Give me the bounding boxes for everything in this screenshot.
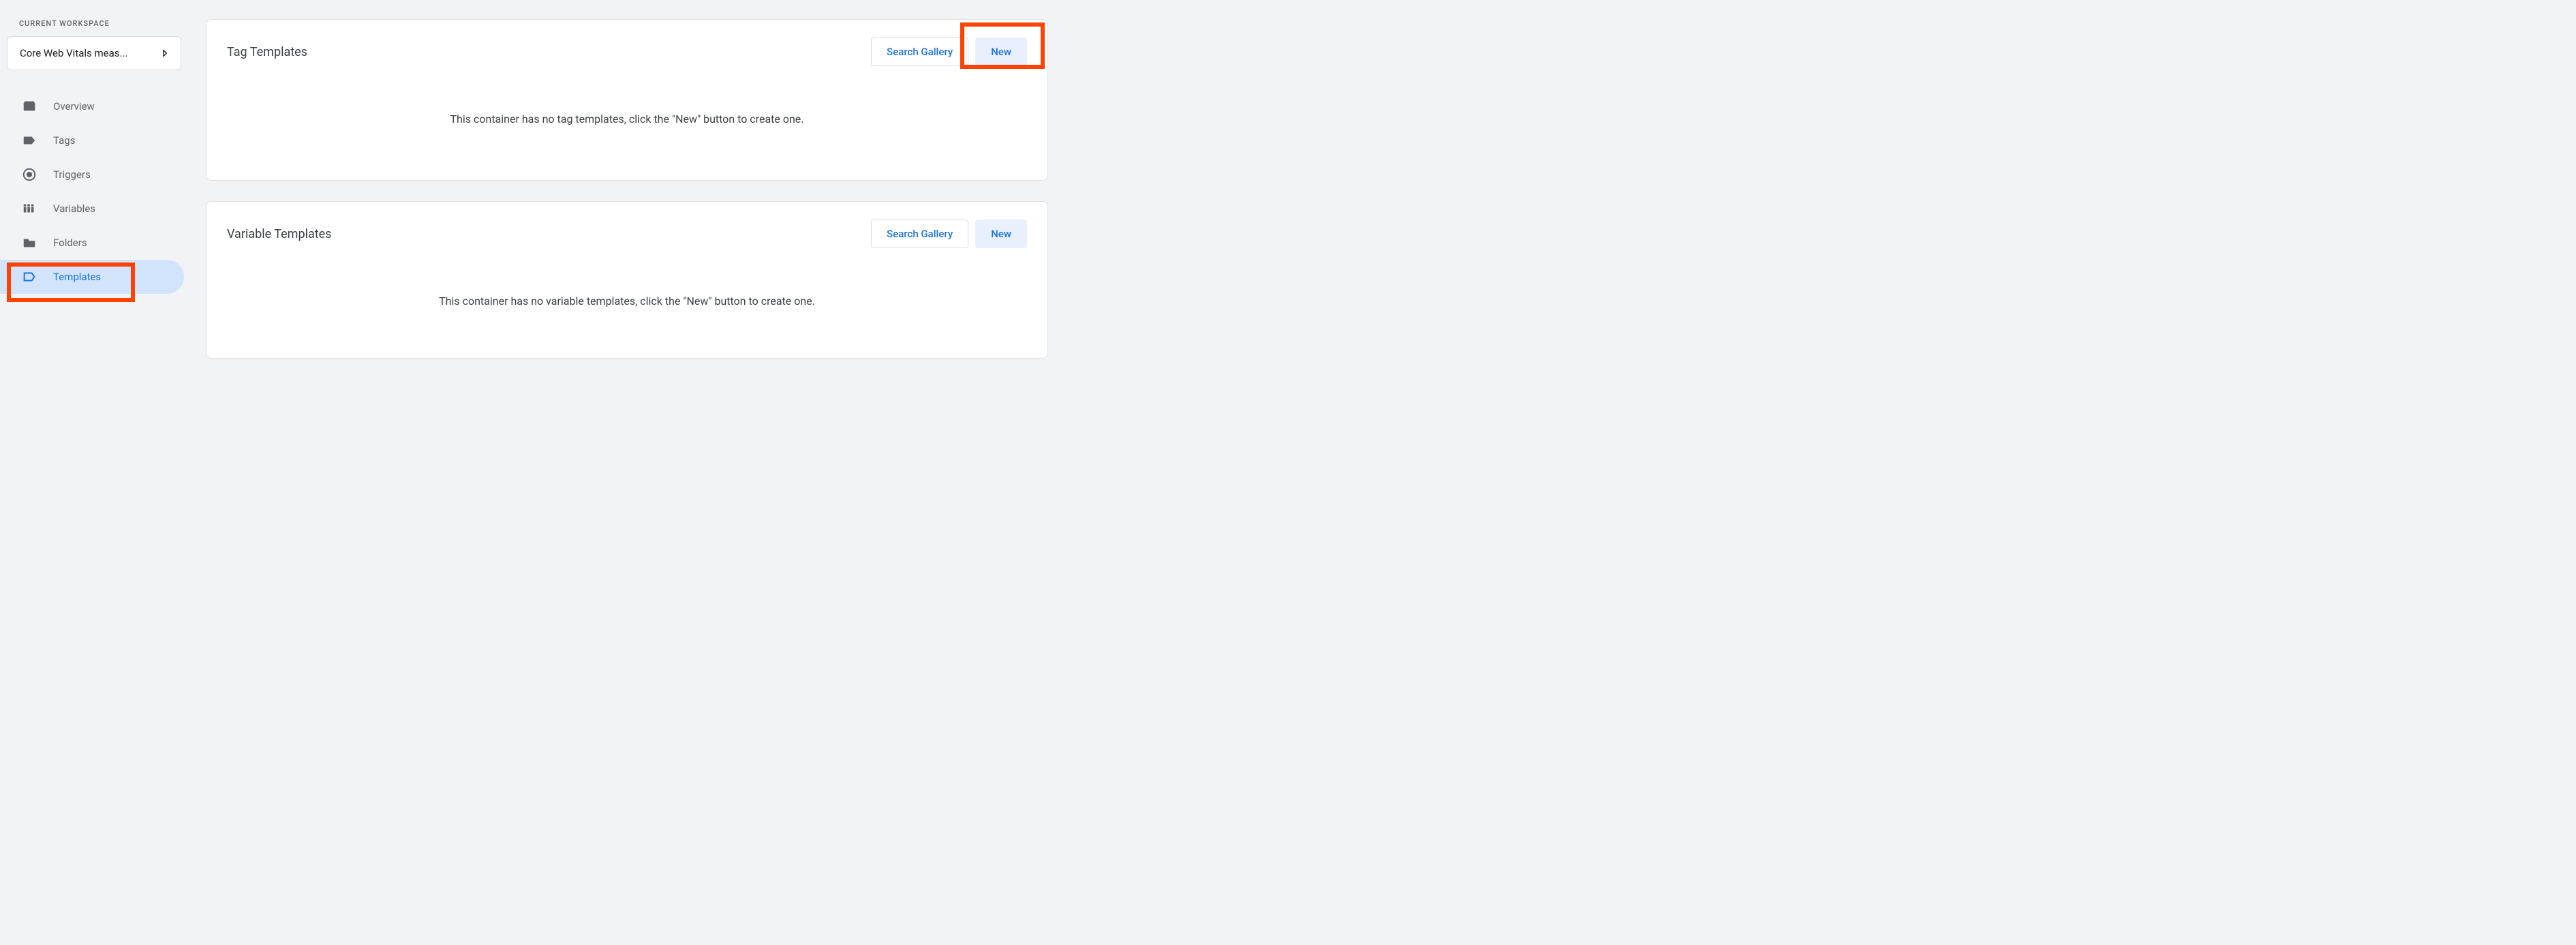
chevron-right-icon [159,47,171,59]
workspace-name: Core Web Vitals meas... [20,47,127,59]
workspace-section-label: CURRENT WORKSPACE [0,19,191,36]
sidebar-item-variables[interactable]: Variables [0,192,184,226]
variable-templates-title: Variable Templates [227,227,331,241]
new-variable-template-button[interactable]: New [975,220,1027,248]
sidebar: CURRENT WORKSPACE Core Web Vitals meas..… [0,0,191,392]
sidebar-item-label: Overview [53,100,95,112]
main-content: Tag Templates Search Gallery New This co… [191,0,1063,392]
variable-templates-card: Variable Templates Search Gallery New Th… [206,201,1048,359]
sidebar-item-label: Variables [53,202,95,215]
primary-nav: Overview Tags Triggers Variables [0,89,191,294]
sidebar-item-triggers[interactable]: Triggers [0,158,184,192]
sidebar-item-overview[interactable]: Overview [0,89,184,123]
variable-icon [20,200,38,217]
sidebar-item-label: Folders [53,237,87,249]
new-tag-template-button[interactable]: New [975,38,1027,66]
search-gallery-button[interactable]: Search Gallery [871,38,968,66]
search-gallery-button[interactable]: Search Gallery [871,220,968,248]
sidebar-item-label: Templates [53,271,101,283]
overview-icon [20,97,38,115]
tag-templates-card: Tag Templates Search Gallery New This co… [206,19,1048,181]
sidebar-item-tags[interactable]: Tags [0,123,184,158]
sidebar-item-label: Triggers [53,168,91,181]
tag-templates-title: Tag Templates [227,45,307,59]
tag-templates-empty-message: This container has no tag templates, cli… [227,70,1027,160]
template-icon [20,268,38,286]
sidebar-item-folders[interactable]: Folders [0,226,184,260]
folder-icon [20,234,38,252]
sidebar-item-label: Tags [53,134,75,147]
workspace-selector[interactable]: Core Web Vitals meas... [7,36,181,70]
sidebar-item-templates[interactable]: Templates [0,260,184,294]
tag-icon [20,132,38,149]
trigger-icon [20,166,38,183]
variable-templates-empty-message: This container has no variable templates… [227,252,1027,338]
